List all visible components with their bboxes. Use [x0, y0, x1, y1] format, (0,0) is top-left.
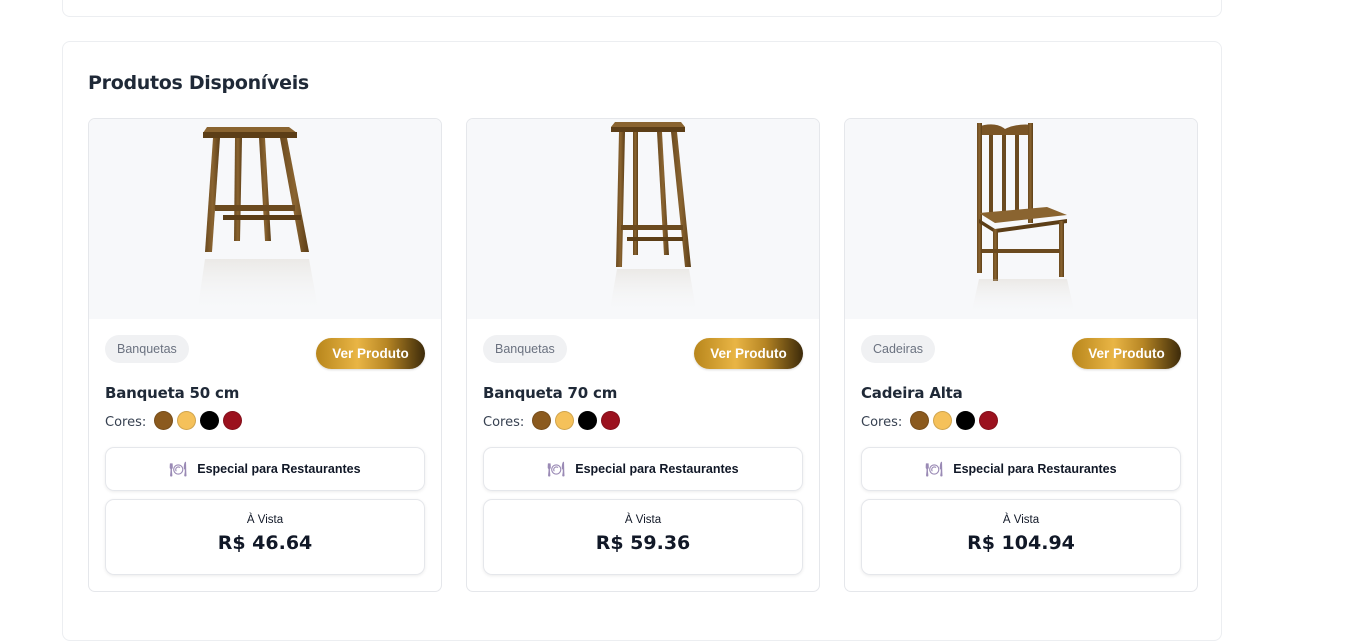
price-label: À Vista — [246, 514, 284, 526]
color-swatch-brown[interactable] — [154, 410, 174, 430]
category-badge: Banquetas — [105, 335, 189, 363]
special-label: Especial para Restaurantes — [953, 462, 1117, 476]
price-label: À Vista — [624, 514, 662, 526]
colors-label: Cores: — [105, 415, 147, 430]
color-swatch-yellow[interactable] — [933, 410, 953, 430]
plate-icon: 🍽 — [169, 460, 188, 477]
colors-label: Cores: — [483, 415, 525, 430]
restaurant-special-box: 🍽 Especial para Restaurantes — [105, 447, 425, 491]
price-value: R$ 46.64 — [217, 532, 313, 554]
bar-stool-image — [197, 127, 319, 314]
plate-icon: 🍽 — [547, 460, 566, 477]
view-product-button[interactable]: Ver Produto — [694, 338, 803, 369]
high-chair-image — [971, 123, 1075, 315]
color-swatch-red[interactable] — [979, 410, 999, 430]
color-options: Cores: — [483, 409, 624, 431]
product-image[interactable] — [467, 119, 819, 319]
products-section: Produtos Disponíveis Banquetas Ver Produ — [62, 41, 1222, 641]
special-label: Especial para Restaurantes — [575, 462, 739, 476]
product-image[interactable] — [845, 119, 1197, 319]
color-options: Cores: — [861, 409, 1002, 431]
color-swatch-black[interactable] — [578, 410, 598, 430]
price-box: À Vista R$ 59.36 — [483, 499, 803, 575]
tall-bar-stool-image — [609, 122, 697, 315]
restaurant-special-box: 🍽 Especial para Restaurantes — [861, 447, 1181, 491]
color-swatch-red[interactable] — [601, 410, 621, 430]
price-box: À Vista R$ 46.64 — [105, 499, 425, 575]
view-product-button[interactable]: Ver Produto — [316, 338, 425, 369]
price-box: À Vista R$ 104.94 — [861, 499, 1181, 575]
price-label: À Vista — [1002, 514, 1040, 526]
color-swatch-red[interactable] — [223, 410, 243, 430]
special-label: Especial para Restaurantes — [197, 462, 361, 476]
color-swatch-black[interactable] — [956, 410, 976, 430]
color-swatch-black[interactable] — [200, 410, 220, 430]
product-name: Cadeira Alta — [861, 384, 963, 402]
price-value: R$ 59.36 — [595, 532, 691, 554]
view-product-button[interactable]: Ver Produto — [1072, 338, 1181, 369]
section-title: Produtos Disponíveis — [88, 72, 309, 94]
color-options: Cores: — [105, 409, 246, 431]
color-swatch-yellow[interactable] — [555, 410, 575, 430]
color-swatch-brown[interactable] — [532, 410, 552, 430]
product-card: Cadeiras Ver Produto Cadeira Alta Cores:… — [844, 118, 1198, 592]
product-name: Banqueta 70 cm — [483, 384, 618, 402]
color-swatch-brown[interactable] — [910, 410, 930, 430]
category-badge: Banquetas — [483, 335, 567, 363]
colors-label: Cores: — [861, 415, 903, 430]
color-swatch-yellow[interactable] — [177, 410, 197, 430]
product-card: Banquetas Ver Produto Banqueta 70 cm Cor… — [466, 118, 820, 592]
product-image[interactable] — [89, 119, 441, 319]
plate-icon: 🍽 — [925, 460, 944, 477]
product-card: Banquetas Ver Produto Banqueta 50 cm Cor… — [88, 118, 442, 592]
price-value: R$ 104.94 — [967, 532, 1075, 554]
restaurant-special-box: 🍽 Especial para Restaurantes — [483, 447, 803, 491]
product-name: Banqueta 50 cm — [105, 384, 240, 402]
previous-section-card — [62, 0, 1222, 17]
category-badge: Cadeiras — [861, 335, 936, 363]
